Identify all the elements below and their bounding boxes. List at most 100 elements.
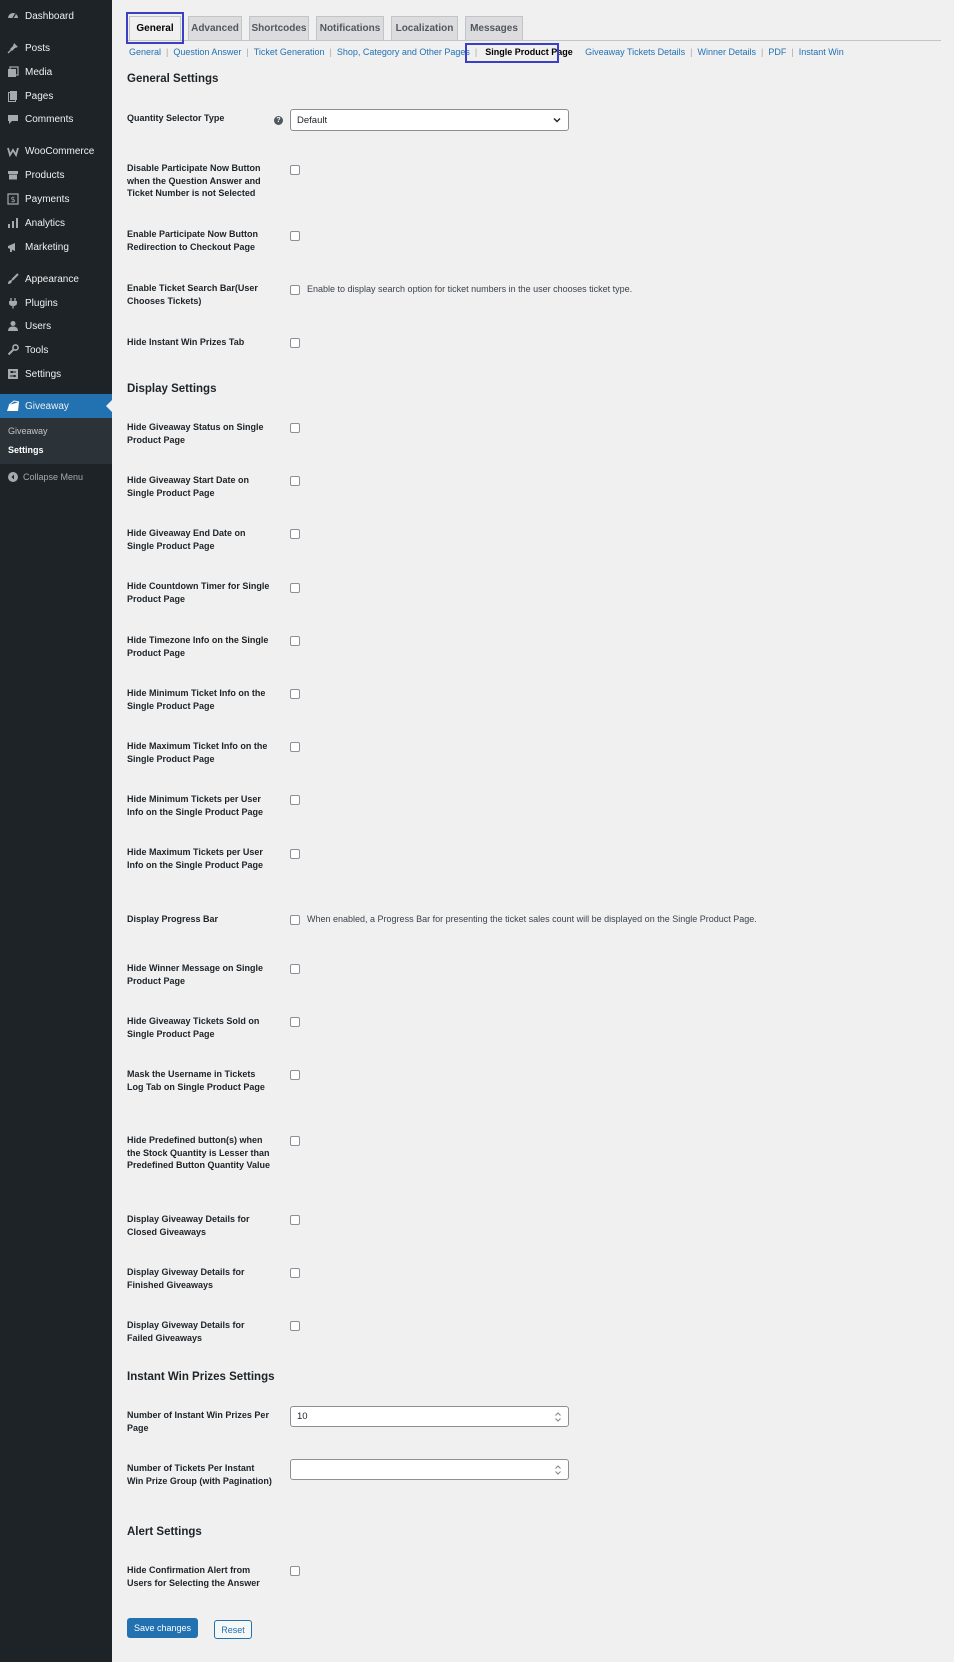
admin-sidebar: Dashboard Posts Media Pages Comments Woo…: [0, 0, 112, 1662]
woocommerce-icon: [6, 144, 20, 158]
giveaway-submenu: Giveaway Settings: [0, 418, 112, 464]
number-spinner-icon[interactable]: [554, 1463, 562, 1480]
subnav-separator: |: [791, 47, 794, 57]
collapse-menu-button[interactable]: Collapse Menu: [0, 469, 112, 485]
menu-label: Media: [25, 66, 53, 78]
media-icon: [6, 65, 20, 79]
menu-settings[interactable]: Settings: [0, 362, 112, 386]
menu-label: Giveaway: [25, 400, 69, 412]
hide-predefined-label: Hide Predefined button(s) when the Stock…: [127, 1135, 271, 1170]
hide-min-ticket-checkbox[interactable]: [290, 689, 300, 699]
progress-bar-checkbox[interactable]: [290, 915, 300, 925]
tab-notifications[interactable]: Notifications: [316, 16, 384, 40]
hide-min-user-checkbox[interactable]: [290, 795, 300, 805]
menu-posts[interactable]: Posts: [0, 36, 112, 60]
chart-bar-icon: [6, 216, 20, 230]
dashboard-icon: [6, 9, 20, 23]
menu-products[interactable]: Products: [0, 163, 112, 187]
menu-payments[interactable]: $ Payments: [0, 187, 112, 211]
quantity-selector-label: Quantity Selector Type: [127, 113, 225, 123]
quantity-selector-select[interactable]: Default: [290, 109, 569, 131]
instant-per-page-label: Number of Instant Win Prizes Per Page: [127, 1410, 269, 1433]
subnav-question-answer[interactable]: Question Answer: [173, 47, 241, 57]
section-instant-win-settings: Instant Win Prizes Settings: [127, 1371, 275, 1383]
menu-giveaway[interactable]: Giveaway: [0, 394, 112, 418]
menu-analytics[interactable]: Analytics: [0, 211, 112, 235]
subnav-instant-win[interactable]: Instant Win: [799, 47, 844, 57]
subnav-single-product-page[interactable]: Single Product Page: [479, 47, 579, 57]
closed-giveaways-checkbox[interactable]: [290, 1215, 300, 1225]
menu-pages[interactable]: Pages: [0, 84, 112, 108]
section-alert-settings: Alert Settings: [127, 1526, 202, 1538]
finished-giveaways-checkbox[interactable]: [290, 1268, 300, 1278]
reset-button[interactable]: Reset: [214, 1620, 252, 1639]
instant-per-page-input[interactable]: 10: [290, 1406, 569, 1427]
disable-participate-checkbox[interactable]: [290, 165, 300, 175]
section-display-settings: Display Settings: [127, 383, 217, 395]
menu-users[interactable]: Users: [0, 314, 112, 338]
submenu-settings[interactable]: Settings: [8, 445, 44, 455]
hide-min-ticket-label: Hide Minimum Ticket Info on the Single P…: [127, 688, 266, 711]
hide-end-checkbox[interactable]: [290, 529, 300, 539]
submenu-giveaway[interactable]: Giveaway: [8, 426, 48, 436]
progress-bar-label: Display Progress Bar: [127, 914, 219, 924]
hide-status-checkbox[interactable]: [290, 423, 300, 433]
menu-label: Pages: [25, 90, 54, 102]
tickets-per-group-label: Number of Tickets Per Instant Win Prize …: [127, 1463, 272, 1486]
help-icon[interactable]: ?: [274, 116, 283, 125]
menu-woocommerce[interactable]: WooCommerce: [0, 139, 112, 163]
hide-countdown-label: Hide Countdown Timer for Single Product …: [127, 581, 270, 604]
ticket-search-checkbox[interactable]: [290, 285, 300, 295]
hide-start-label: Hide Giveaway Start Date on Single Produ…: [127, 475, 250, 498]
subnav-pdf[interactable]: PDF: [768, 47, 786, 57]
menu-appearance[interactable]: Appearance: [0, 267, 112, 291]
hide-countdown-checkbox[interactable]: [290, 583, 300, 593]
pages-icon: [6, 89, 20, 103]
hide-confirm-label: Hide Confirmation Alert from Users for S…: [127, 1565, 260, 1588]
hide-sold-checkbox[interactable]: [290, 1017, 300, 1027]
hide-winner-label: Hide Winner Message on Single Product Pa…: [127, 963, 263, 986]
save-changes-button[interactable]: Save changes: [127, 1618, 198, 1638]
subnav-general[interactable]: General: [129, 47, 161, 57]
mask-username-checkbox[interactable]: [290, 1070, 300, 1080]
tab-shortcodes[interactable]: Shortcodes: [249, 16, 309, 40]
hide-winner-checkbox[interactable]: [290, 964, 300, 974]
tab-messages[interactable]: Messages: [465, 16, 523, 40]
subnav-winner-details[interactable]: Winner Details: [698, 47, 757, 57]
subnav-separator: |: [329, 47, 332, 57]
menu-label: Products: [25, 169, 65, 181]
subnav-ticket-generation[interactable]: Ticket Generation: [254, 47, 325, 57]
tab-general[interactable]: General: [129, 16, 181, 40]
subnav-shop-category[interactable]: Shop, Category and Other Pages: [337, 47, 470, 57]
menu-marketing[interactable]: Marketing: [0, 235, 112, 259]
progress-bar-description: When enabled, a Progress Bar for present…: [307, 914, 757, 924]
hide-start-checkbox[interactable]: [290, 476, 300, 486]
enable-redirect-checkbox[interactable]: [290, 231, 300, 241]
menu-label: Plugins: [25, 297, 58, 309]
collapse-arrow-icon: [8, 472, 18, 482]
hide-confirm-checkbox[interactable]: [290, 1566, 300, 1576]
menu-plugins[interactable]: Plugins: [0, 291, 112, 315]
menu-label: Tools: [25, 344, 49, 356]
chevron-down-icon: [552, 115, 562, 128]
tab-advanced[interactable]: Advanced: [188, 16, 242, 40]
menu-media[interactable]: Media: [0, 60, 112, 84]
disable-participate-label: Disable Participate Now Button when the …: [127, 163, 261, 198]
tickets-per-group-input[interactable]: [290, 1459, 569, 1480]
dollar-icon: $: [6, 192, 20, 206]
menu-dashboard[interactable]: Dashboard: [0, 4, 112, 28]
hide-instant-tab-checkbox[interactable]: [290, 338, 300, 348]
hide-max-ticket-checkbox[interactable]: [290, 742, 300, 752]
tab-localization[interactable]: Localization: [391, 16, 458, 40]
instant-per-page-value: 10: [297, 1411, 308, 1422]
number-spinner-icon[interactable]: [554, 1410, 562, 1427]
subnav-separator: |: [761, 47, 764, 57]
section-general-settings: General Settings: [127, 73, 219, 85]
subnav-tickets-details[interactable]: Giveaway Tickets Details: [585, 47, 685, 57]
menu-comments[interactable]: Comments: [0, 107, 112, 131]
failed-giveaways-checkbox[interactable]: [290, 1321, 300, 1331]
hide-max-user-checkbox[interactable]: [290, 849, 300, 859]
hide-predefined-checkbox[interactable]: [290, 1136, 300, 1146]
hide-timezone-checkbox[interactable]: [290, 636, 300, 646]
menu-tools[interactable]: Tools: [0, 338, 112, 362]
